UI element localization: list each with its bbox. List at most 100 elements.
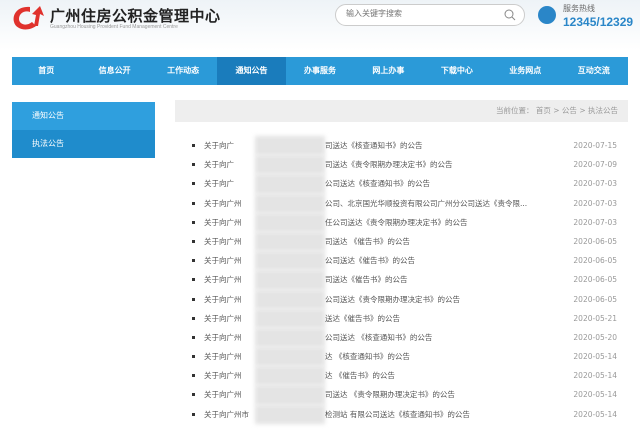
sidebar-item-enforcement[interactable]: 执法公告 bbox=[12, 130, 155, 158]
nav-branches[interactable]: 业务网点 bbox=[491, 57, 559, 85]
notice-title-end[interactable]: 公司送达《责令限期办理决定书》的公告 bbox=[325, 290, 460, 309]
nav-interact[interactable]: 互动交流 bbox=[560, 57, 628, 85]
redacted-area bbox=[255, 347, 325, 367]
notice-title-end[interactable]: 司送达《核查通知书》的公告 bbox=[325, 136, 423, 155]
notice-title-start[interactable]: 关于向广州 bbox=[204, 194, 242, 213]
notice-date: 2020-05-14 bbox=[573, 409, 617, 419]
notice-row[interactable]: 关于向广州 公司送达《责令限期办理决定书》的公告 2020-06-05 bbox=[175, 289, 628, 309]
notice-title-start[interactable]: 关于向广州 bbox=[204, 347, 242, 366]
notice-date: 2020-07-03 bbox=[573, 217, 617, 227]
nav-info[interactable]: 信息公开 bbox=[80, 57, 148, 85]
bullet-icon bbox=[192, 201, 195, 205]
main-nav: 首页 信息公开 工作动态 通知公告 办事服务 网上办事 下载中心 业务网点 互动… bbox=[12, 57, 628, 85]
bullet-icon bbox=[192, 239, 195, 243]
content: 当前位置： 首页 > 公告 > 执法公告 关于向广 司送达《核查通知书》的公告 … bbox=[175, 100, 628, 436]
notice-title-start[interactable]: 关于向广州 bbox=[204, 251, 242, 270]
nav-services[interactable]: 办事服务 bbox=[286, 57, 354, 85]
notice-row[interactable]: 关于向广州 达 《催告书》的公告 2020-05-14 bbox=[175, 366, 628, 386]
notice-row[interactable]: 关于向广州 达 《核查通知书》的公告 2020-05-14 bbox=[175, 347, 628, 367]
nav-home[interactable]: 首页 bbox=[12, 57, 80, 85]
notice-date: 2020-06-05 bbox=[573, 236, 617, 246]
notice-title-start[interactable]: 关于向广州 bbox=[204, 328, 242, 347]
header: 广州住房公积金管理中心 Guangzhou Housing Provident … bbox=[0, 0, 640, 50]
notice-list: 关于向广 司送达《核查通知书》的公告 2020-07-15 关于向广 司送达《责… bbox=[175, 136, 628, 424]
notice-date: 2020-05-20 bbox=[573, 332, 617, 342]
redacted-area bbox=[255, 251, 325, 271]
notice-row[interactable]: 关于向广 公司送达《核查通知书》的公告 2020-07-03 bbox=[175, 174, 628, 194]
notice-row[interactable]: 关于向广州 司送达《催告书》的公告 2020-06-05 bbox=[175, 270, 628, 290]
notice-title-start[interactable]: 关于向广 bbox=[204, 155, 234, 174]
search-icon[interactable] bbox=[504, 9, 516, 21]
notice-title-start[interactable]: 关于向广州 bbox=[204, 270, 242, 289]
bullet-icon bbox=[192, 393, 195, 397]
redacted-area bbox=[255, 231, 325, 252]
notice-row[interactable]: 关于向广州 司送达 《催告书》的公告 2020-06-05 bbox=[175, 231, 628, 252]
notice-date: 2020-06-05 bbox=[573, 256, 617, 266]
notice-date: 2020-05-14 bbox=[573, 352, 617, 362]
notice-date: 2020-05-21 bbox=[573, 313, 617, 323]
notice-row[interactable]: 关于向广 司送达《核查通知书》的公告 2020-07-15 bbox=[175, 136, 628, 156]
bullet-icon bbox=[192, 297, 195, 301]
notice-row[interactable]: 关于向广州 任公司送达《责令限期办理决定书》的公告 2020-07-03 bbox=[175, 212, 628, 232]
hotline-label: 服务热线 bbox=[563, 4, 595, 13]
notice-date: 2020-07-15 bbox=[573, 141, 617, 150]
bullet-icon bbox=[192, 374, 195, 378]
nav-notices[interactable]: 通知公告 bbox=[217, 57, 286, 85]
redacted-area bbox=[255, 270, 325, 290]
redacted-area bbox=[255, 404, 325, 424]
notice-title-end[interactable]: 司送达 《责令限期办理决定书》的公告 bbox=[325, 385, 455, 404]
notice-title-end[interactable]: 达 《催告书》的公告 bbox=[325, 366, 395, 385]
bullet-icon bbox=[192, 163, 195, 167]
notice-title-end[interactable]: 检测站 有限公司送达《核查通知书》的公告 bbox=[325, 405, 470, 424]
notice-title-end[interactable]: 公司、北京国光华顺投资有限公司广州分公司送达《责令限... bbox=[325, 194, 527, 213]
redacted-area bbox=[255, 289, 325, 309]
notice-row[interactable]: 关于向广州 公司送达《催告书》的公告 2020-06-05 bbox=[175, 251, 628, 271]
notice-row[interactable]: 关于向广州市 检测站 有限公司送达《核查通知书》的公告 2020-05-14 bbox=[175, 404, 628, 424]
notice-title-end[interactable]: 送达《催告书》的公告 bbox=[325, 309, 400, 328]
notice-title-start[interactable]: 关于向广州 bbox=[204, 309, 242, 328]
notice-title-start[interactable]: 关于向广州市 bbox=[204, 405, 249, 424]
notice-title-start[interactable]: 关于向广州 bbox=[204, 385, 242, 404]
redacted-area bbox=[255, 174, 325, 194]
bullet-icon bbox=[192, 144, 195, 147]
notice-title-start[interactable]: 关于向广州 bbox=[204, 290, 242, 309]
notice-row[interactable]: 关于向广州 公司、北京国光华顺投资有限公司广州分公司送达《责令限... 2020… bbox=[175, 193, 628, 213]
notice-title-end[interactable]: 司送达《责令限期办理决定书》的公告 bbox=[325, 155, 453, 174]
bullet-icon bbox=[192, 220, 195, 224]
site-title[interactable]: 广州住房公积金管理中心 bbox=[50, 5, 221, 26]
notice-title-end[interactable]: 任公司送达《责令限期办理决定书》的公告 bbox=[325, 213, 468, 232]
notice-date: 2020-05-14 bbox=[573, 390, 617, 400]
hotline-number: 12345/12329 bbox=[563, 15, 634, 29]
nav-news[interactable]: 工作动态 bbox=[149, 57, 217, 85]
notice-row[interactable]: 关于向广州 送达《催告书》的公告 2020-05-21 bbox=[175, 308, 628, 328]
logo-icon bbox=[13, 6, 44, 30]
sidebar: 通知公告 执法公告 bbox=[12, 102, 155, 158]
redacted-area bbox=[255, 366, 325, 386]
sidebar-item-notices[interactable]: 通知公告 bbox=[12, 102, 155, 130]
notice-title-end[interactable]: 达 《核查通知书》的公告 bbox=[325, 347, 410, 366]
notice-row[interactable]: 关于向广州 公司送达 《核查通知书》的公告 2020-05-20 bbox=[175, 327, 628, 348]
notice-row[interactable]: 关于向广 司送达《责令限期办理决定书》的公告 2020-07-09 bbox=[175, 155, 628, 175]
notice-title-start[interactable]: 关于向广州 bbox=[204, 366, 242, 385]
notice-title-end[interactable]: 公司送达 《核查通知书》的公告 bbox=[325, 328, 432, 347]
nav-download[interactable]: 下载中心 bbox=[423, 57, 491, 85]
notice-title-end[interactable]: 司送达《催告书》的公告 bbox=[325, 270, 408, 289]
notice-date: 2020-07-03 bbox=[573, 198, 617, 208]
notice-title-start[interactable]: 关于向广 bbox=[204, 136, 234, 155]
notice-title-start[interactable]: 关于向广 bbox=[204, 174, 234, 193]
notice-row[interactable]: 关于向广州 司送达 《责令限期办理决定书》的公告 2020-05-14 bbox=[175, 385, 628, 405]
site-subtitle: Guangzhou Housing Provident Fund Managem… bbox=[50, 24, 178, 30]
search-input[interactable] bbox=[346, 9, 496, 18]
bullet-icon bbox=[192, 278, 195, 282]
bullet-icon bbox=[192, 355, 195, 359]
notice-title-end[interactable]: 公司送达《催告书》的公告 bbox=[325, 251, 415, 270]
breadcrumb: 当前位置： 首页 > 公告 > 执法公告 bbox=[175, 100, 628, 122]
nav-online[interactable]: 网上办事 bbox=[354, 57, 422, 85]
notice-title-start[interactable]: 关于向广州 bbox=[204, 232, 242, 251]
bullet-icon bbox=[192, 182, 195, 186]
notice-title-end[interactable]: 公司送达《核查通知书》的公告 bbox=[325, 174, 430, 193]
redacted-area bbox=[255, 136, 325, 156]
notice-title-start[interactable]: 关于向广州 bbox=[204, 213, 242, 232]
notice-title-end[interactable]: 司送达 《催告书》的公告 bbox=[325, 232, 410, 251]
notice-date: 2020-06-05 bbox=[573, 294, 617, 304]
